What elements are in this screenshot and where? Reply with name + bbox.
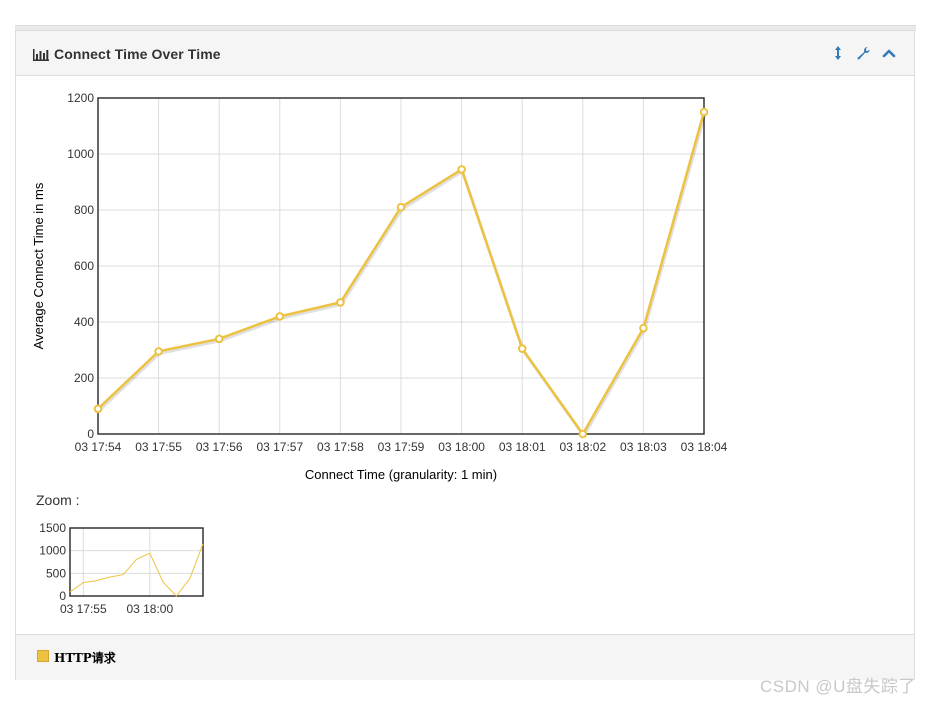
data-point <box>154 347 163 356</box>
x-tick-label: 03 17:56 <box>196 440 243 454</box>
legend-swatch <box>37 650 49 662</box>
resize-vertical-icon[interactable] <box>830 45 846 61</box>
y-tick-label: 1000 <box>67 147 94 161</box>
x-tick-label: 03 18:00 <box>438 440 485 454</box>
zoom-y-tick-label: 0 <box>59 589 66 603</box>
y-tick-label: 600 <box>74 259 94 273</box>
data-point <box>578 429 588 439</box>
chevron-up-icon[interactable] <box>881 45 897 61</box>
x-tick-label: 03 17:57 <box>256 440 303 454</box>
zoom-x-tick-label: 03 17:55 <box>60 602 107 616</box>
watermark: CSDN @U盘失踪了 <box>760 677 916 696</box>
zoom-series-line <box>69 543 204 597</box>
chart-area: 0 200 400 600 800 1000 1200 03 17:54 03 17:55 03 … <box>16 76 914 636</box>
x-tick-label: 03 18:04 <box>681 440 728 454</box>
x-axis-label: Connect Time (granularity: 1 min) <box>305 467 497 482</box>
data-point <box>699 107 709 117</box>
zoom-chart[interactable]: 0 500 1000 1500 03 17:55 03 18:00 <box>16 506 256 636</box>
zoom-frame <box>69 527 204 597</box>
data-point <box>639 323 648 333</box>
y-tick-label: 400 <box>74 315 94 329</box>
x-tick-label: 03 18:03 <box>620 440 667 454</box>
panel-header: Connect Time Over Time <box>16 31 914 76</box>
x-tick-label: 03 17:54 <box>75 440 122 454</box>
x-tick-label: 03 17:55 <box>135 440 182 454</box>
data-point <box>396 202 406 212</box>
zoom-y-tick-label: 1500 <box>39 521 66 535</box>
legend-label[interactable]: HTTP请求 <box>54 649 116 666</box>
y-axis-label: Average Connect Time in ms <box>31 182 46 349</box>
data-point <box>517 344 527 353</box>
main-chart[interactable]: 0 200 400 600 800 1000 1200 03 17:54 03 17:55 03 … <box>16 76 914 486</box>
x-tick-label: 03 18:02 <box>559 440 606 454</box>
zoom-y-tick-label: 500 <box>46 566 66 580</box>
panel-title: Connect Time Over Time <box>54 46 221 62</box>
x-tick-label: 03 17:58 <box>317 440 364 454</box>
data-point <box>93 404 103 414</box>
x-tick-label: 03 18:01 <box>499 440 546 454</box>
zoom-x-tick-label: 03 18:00 <box>126 602 173 616</box>
zoom-y-tick-label: 1000 <box>39 544 66 558</box>
data-point <box>457 165 466 174</box>
x-tick-label: 03 17:59 <box>378 440 425 454</box>
data-point <box>275 312 285 321</box>
y-tick-label: 0 <box>87 427 94 441</box>
data-point <box>336 298 345 307</box>
y-tick-label: 800 <box>74 203 94 217</box>
chart-panel: Connect Time Over Time 0 200 400 600 800 1000… <box>15 30 915 680</box>
wrench-icon[interactable] <box>855 45 871 61</box>
data-point <box>214 334 224 344</box>
bar-chart-icon <box>33 48 49 61</box>
y-tick-label: 200 <box>74 371 94 385</box>
series-shadow <box>97 113 707 438</box>
y-tick-label: 1200 <box>67 91 94 105</box>
